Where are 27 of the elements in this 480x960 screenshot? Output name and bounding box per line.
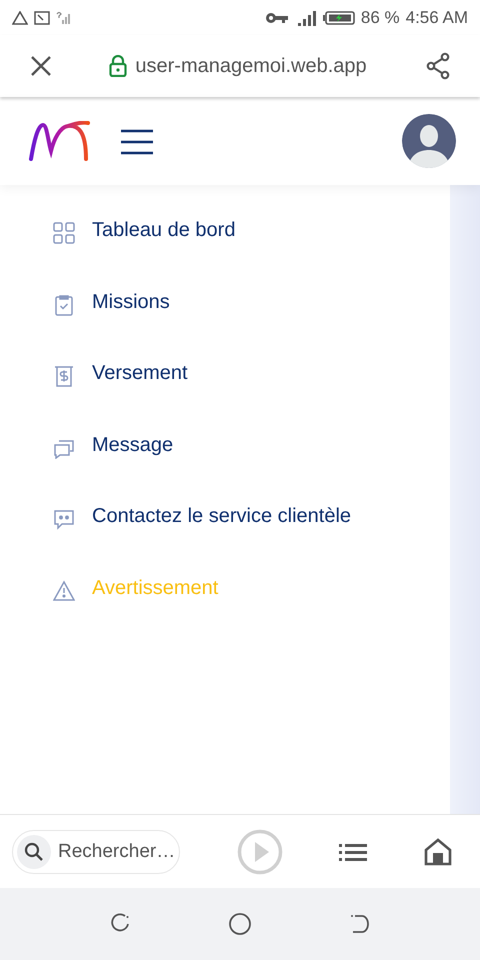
warning-icon [12,10,28,24]
logo-icon [28,121,90,161]
avatar-icon[interactable] [402,114,456,168]
menu-item[interactable]: Missions [92,290,170,314]
dollar-receipt-icon [53,365,75,387]
grid-icon [53,222,75,244]
back-icon[interactable] [348,912,372,936]
battery-icon [322,10,355,24]
signal-icon [56,10,72,24]
battery-percentage: 86 % [360,8,400,28]
share-icon[interactable] [424,52,452,80]
menu-item[interactable]: Contactez le service clientèle [92,505,352,528]
close-icon[interactable] [30,55,52,77]
chat-dots-icon [53,508,75,530]
home-icon[interactable] [424,838,452,866]
menu-item[interactable]: Message [92,434,174,456]
url-text[interactable]: user-managemoi.web.app [135,54,367,78]
menu-icon[interactable] [120,128,154,156]
clock-time: 4:56 AM [406,8,468,28]
screenshot-icon [34,10,50,24]
clipboard-check-icon [53,294,75,316]
menu-item[interactable]: Tableau de bord [92,219,236,242]
warning-icon [53,580,75,602]
home-button-icon[interactable] [228,912,252,936]
key-icon [264,12,289,24]
menu-item[interactable]: Versement [92,362,188,385]
lock-icon [109,55,128,77]
